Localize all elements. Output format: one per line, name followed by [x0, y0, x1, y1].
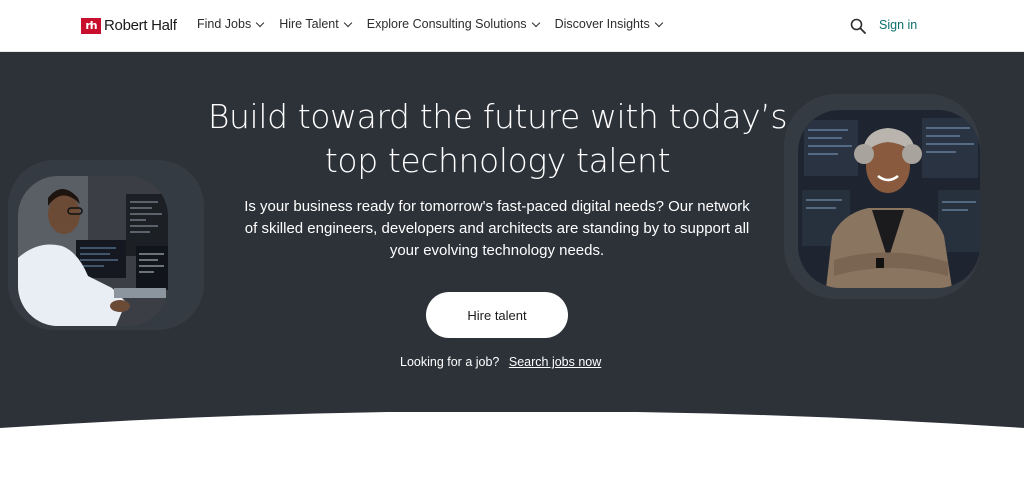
job-prompt-text: Looking for a job? [400, 355, 500, 369]
hero-title: Build toward the future with today’s top… [200, 95, 795, 183]
chevron-down-icon [531, 18, 540, 27]
sign-in-link[interactable]: Sign in [879, 18, 917, 32]
developer-photo [18, 176, 168, 326]
search-icon[interactable] [850, 18, 866, 34]
nav-discover-insights[interactable]: Discover Insights [554, 17, 663, 31]
chevron-down-icon [654, 18, 663, 27]
hero-subtitle-line1: Is your business ready for tomorrow's fa… [244, 198, 750, 215]
nav-label: Explore Consulting Solutions [366, 17, 527, 31]
logo-mark-icon: rh [81, 17, 101, 34]
hero-subtitle: Is your business ready for tomorrow's fa… [232, 196, 762, 262]
hero-section: Build toward the future with today’s top… [0, 52, 1024, 432]
professional-illustration [798, 110, 980, 288]
hero-title-line1: Build toward the future with today’s [207, 97, 788, 136]
hero-title-line2: top technology talent [324, 141, 671, 180]
chevron-down-icon [343, 18, 352, 27]
hire-talent-button[interactable]: Hire talent [426, 292, 568, 338]
nav-explore-consulting[interactable]: Explore Consulting Solutions [366, 17, 540, 31]
hero-subtitle-line2: of skilled engineers, developers and arc… [244, 220, 750, 237]
nav-label: Find Jobs [197, 17, 252, 31]
site-header: rh Robert Half Find Jobs Hire Talent Exp… [0, 0, 1024, 52]
job-search-prompt: Looking for a job? Search jobs now [400, 355, 601, 369]
search-jobs-now-link[interactable]: Search jobs now [509, 355, 601, 369]
hero-bottom-curve [0, 412, 1024, 486]
chevron-down-icon [255, 18, 265, 27]
developer-illustration [18, 176, 168, 326]
professional-photo [798, 110, 980, 288]
hero-subtitle-line3: your evolving technology needs. [389, 242, 605, 259]
nav-find-jobs[interactable]: Find Jobs [197, 17, 265, 31]
robert-half-logo[interactable]: rh Robert Half [81, 17, 177, 34]
nav-label: Hire Talent [279, 17, 339, 31]
nav-hire-talent[interactable]: Hire Talent [279, 17, 352, 31]
main-nav: Find Jobs Hire Talent Explore Consulting… [197, 17, 678, 31]
nav-label: Discover Insights [554, 17, 650, 31]
logo-text: Robert Half [104, 17, 177, 34]
